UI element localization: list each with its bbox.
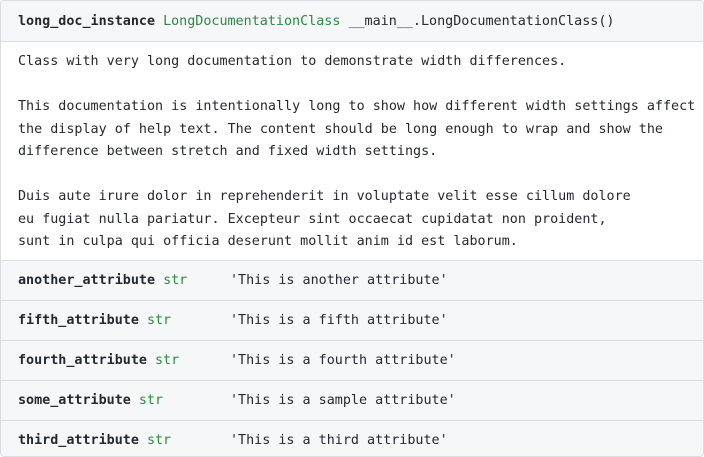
- attribute-value: 'This is another attribute': [230, 273, 448, 288]
- attribute-value: 'This is a fifth attribute': [230, 313, 448, 328]
- attribute-row: another_attribute str 'This is another a…: [1, 260, 703, 300]
- attribute-name: fifth_attribute: [18, 313, 139, 328]
- attribute-name: third_attribute: [18, 433, 139, 448]
- attribute-type: str: [155, 353, 180, 368]
- docstring: Class with very long documentation to de…: [1, 42, 703, 260]
- attribute-row: fifth_attribute str 'This is a fifth att…: [1, 300, 703, 340]
- attribute-type: str: [163, 273, 188, 288]
- attribute-name: some_attribute: [18, 393, 131, 408]
- attribute-value: 'This is a third attribute': [230, 433, 448, 448]
- attribute-type: str: [146, 433, 172, 448]
- object-repr: __main__.LongDocumentationClass(): [348, 13, 615, 29]
- attribute-type: str: [146, 313, 172, 328]
- help-panel: long_doc_instance LongDocumentationClass…: [0, 0, 704, 457]
- variable-name: long_doc_instance: [18, 13, 156, 29]
- docstring-paragraph-2: This documentation is intentionally long…: [18, 99, 696, 159]
- attribute-row: fourth_attribute str 'This is a fourth a…: [1, 340, 703, 380]
- docstring-paragraph-3: Duis aute irure dolor in reprehenderit i…: [18, 189, 631, 249]
- class-name: LongDocumentationClass: [163, 13, 341, 29]
- attribute-row: some_attribute str 'This is a sample att…: [1, 380, 703, 420]
- docstring-paragraph-1: Class with very long documentation to de…: [18, 54, 567, 69]
- attribute-value: 'This is a sample attribute': [230, 393, 456, 408]
- attribute-row: third_attribute str 'This is a third att…: [1, 420, 703, 456]
- attribute-name: another_attribute: [18, 273, 156, 288]
- object-header: long_doc_instance LongDocumentationClass…: [1, 1, 703, 42]
- attribute-value: 'This is a fourth attribute': [230, 353, 456, 368]
- attribute-table: another_attribute str 'This is another a…: [1, 260, 703, 456]
- attribute-name: fourth_attribute: [18, 353, 147, 368]
- attribute-type: str: [138, 393, 164, 408]
